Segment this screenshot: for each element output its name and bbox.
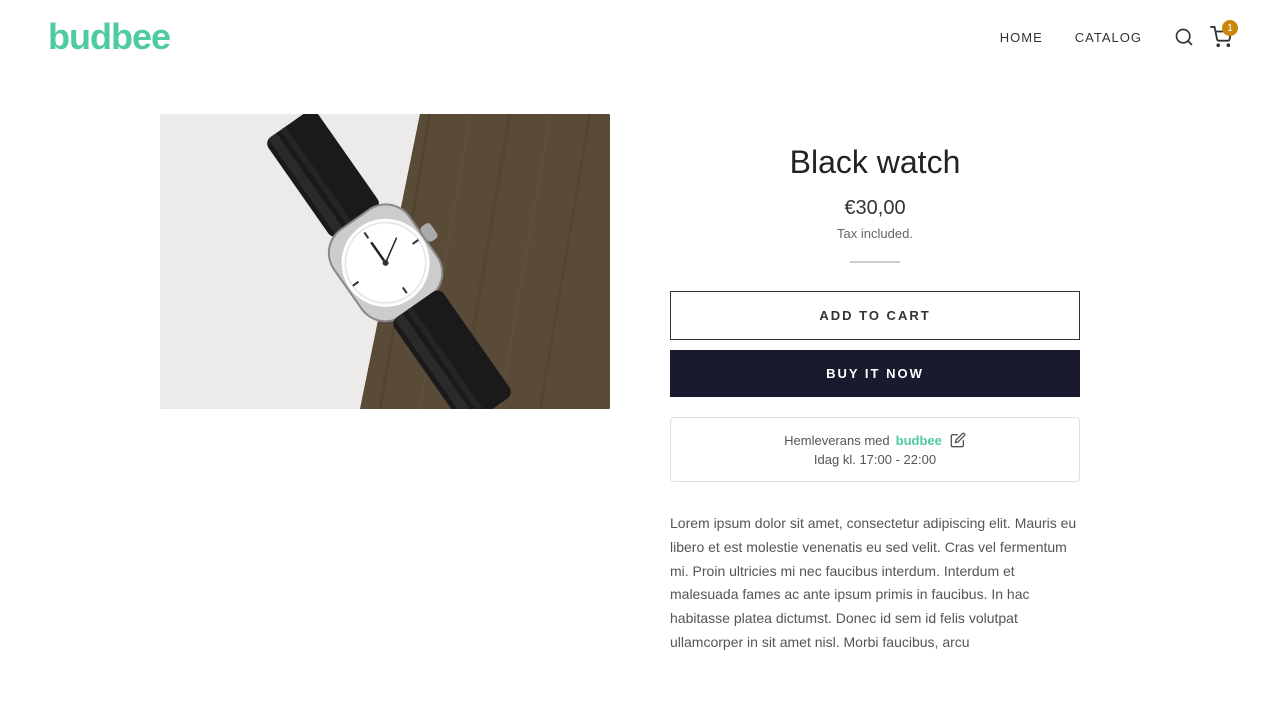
delivery-text: Hemleverans med budbee: [784, 433, 942, 448]
nav: HOME CATALOG 1: [1000, 26, 1232, 48]
search-icon: [1174, 27, 1194, 47]
nav-icons: 1: [1174, 26, 1232, 48]
watch-illustration: [160, 114, 610, 409]
divider: [850, 261, 900, 263]
delivery-time: Idag kl. 17:00 - 22:00: [687, 452, 1063, 467]
product-info: Black watch €30,00 Tax included. ADD TO …: [670, 114, 1080, 655]
nav-home[interactable]: HOME: [1000, 30, 1043, 45]
main-content: Black watch €30,00 Tax included. ADD TO …: [0, 74, 1280, 695]
product-description: Lorem ipsum dolor sit amet, consectetur …: [670, 512, 1080, 655]
product-price: €30,00: [844, 197, 905, 220]
add-to-cart-button[interactable]: ADD TO CART: [670, 291, 1080, 340]
header: budbee HOME CATALOG 1: [0, 0, 1280, 74]
product-title: Black watch: [790, 144, 961, 181]
product-image: [160, 114, 610, 409]
edit-icon: [950, 432, 966, 448]
tax-info: Tax included.: [837, 226, 913, 241]
nav-catalog[interactable]: CATALOG: [1075, 30, 1142, 45]
search-button[interactable]: [1174, 27, 1194, 47]
cart-badge: 1: [1222, 20, 1238, 36]
delivery-prefix: Hemleverans med: [784, 433, 890, 448]
budbee-brand: budbee: [896, 433, 942, 448]
delivery-box: Hemleverans med budbee Idag kl. 17:00 - …: [670, 417, 1080, 482]
product-image-container: [160, 114, 610, 409]
logo[interactable]: budbee: [48, 16, 170, 58]
buy-now-button[interactable]: BUY IT NOW: [670, 350, 1080, 397]
edit-delivery-button[interactable]: [950, 432, 966, 448]
delivery-header: Hemleverans med budbee: [687, 432, 1063, 448]
cart-button[interactable]: 1: [1210, 26, 1232, 48]
